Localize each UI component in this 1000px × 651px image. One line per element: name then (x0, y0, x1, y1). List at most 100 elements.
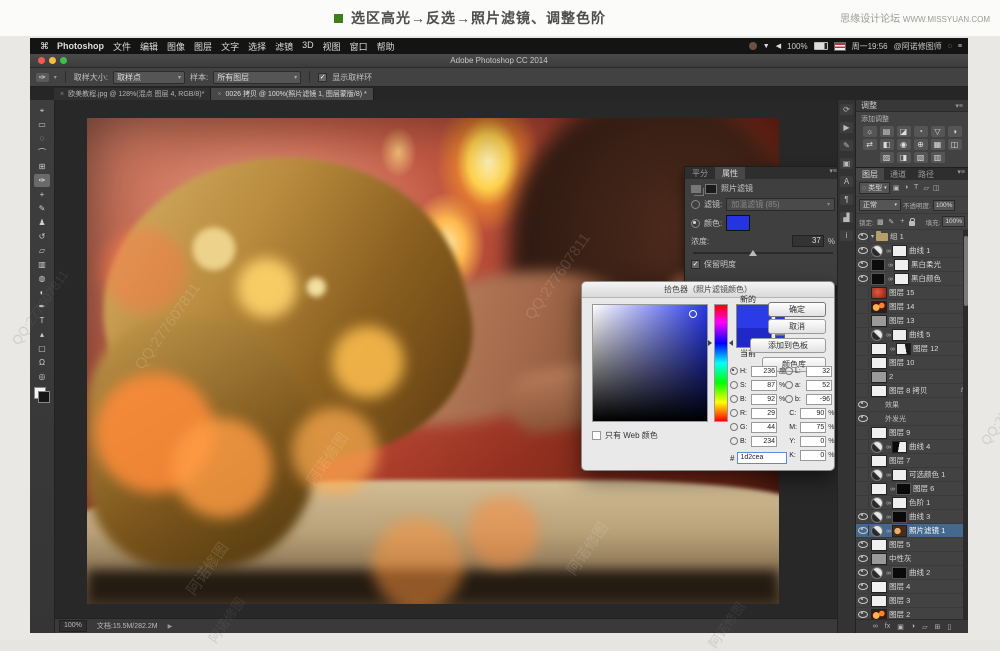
layer-mask-thumbnail[interactable] (892, 525, 907, 537)
hue-slider[interactable] (714, 304, 728, 422)
close-tab-icon[interactable]: × (217, 91, 221, 98)
adjustment-levels-icon[interactable]: ▤ (880, 126, 894, 137)
layer-visibility-toggle[interactable] (857, 371, 869, 382)
adjustment-gradient-map-icon[interactable]: ▧ (914, 152, 928, 163)
close-tab-icon[interactable]: × (60, 91, 64, 98)
layer-visibility-toggle[interactable] (857, 567, 869, 578)
layer-mask-thumbnail[interactable] (892, 567, 907, 579)
layer-thumbnail[interactable] (871, 385, 887, 397)
panel-menu-icon[interactable]: ▾≡ (829, 167, 837, 179)
layer-visibility-toggle[interactable] (857, 553, 869, 564)
layer-visibility-toggle[interactable] (857, 483, 869, 494)
adjustment-layer-icon[interactable] (871, 567, 883, 579)
spotlight-icon[interactable]: ◌ (948, 43, 952, 50)
panel-menu-icon[interactable]: ▾≡ (955, 102, 963, 110)
adjustment-layer-icon[interactable] (871, 469, 883, 481)
layer-mask-thumbnail[interactable] (892, 441, 907, 453)
quick-selection-tool[interactable]: ⌒ (34, 146, 50, 159)
layer-row-图层 2[interactable]: 图层 2 (856, 608, 968, 619)
layer-row-图层 5[interactable]: 图层 5 (856, 538, 968, 552)
filter-color-swatch[interactable] (726, 215, 750, 231)
scrollbar-thumb[interactable] (964, 236, 968, 306)
hand-tool[interactable]: Ω (34, 356, 50, 369)
field-input[interactable]: 44 (751, 422, 777, 433)
layer-mask-thumbnail[interactable] (894, 273, 909, 285)
eyedropper-tool[interactable]: ✑ (34, 174, 50, 187)
foreground-background-colors[interactable] (34, 387, 50, 403)
layer-thumbnail[interactable] (871, 609, 887, 620)
wifi-icon[interactable]: ▼ (763, 43, 770, 50)
add-to-swatches-button[interactable]: 添加到色板 (750, 338, 826, 353)
menu-item-文字[interactable]: 文字 (221, 40, 239, 53)
menu-item-文件[interactable]: 文件 (113, 40, 131, 53)
layer-row-图层 14[interactable]: 图层 14 (856, 300, 968, 314)
type-tool[interactable]: T (34, 314, 50, 327)
layer-visibility-toggle[interactable] (857, 469, 869, 480)
lock-position-icon[interactable]: + (898, 218, 907, 225)
fill-layer-thumbnail[interactable] (871, 273, 885, 285)
new-layer-icon[interactable]: ⊞ (934, 623, 940, 631)
gradient-tool[interactable]: ▥ (34, 258, 50, 271)
layer-row-曲线 4[interactable]: 8曲线 4 (856, 440, 968, 454)
menubar-account[interactable]: @阿诺修图师 (894, 41, 942, 52)
pen-tool[interactable]: ✒ (34, 300, 50, 313)
clone-source-panel-icon[interactable]: ▣ (840, 158, 853, 169)
layer-row-图层 10[interactable]: 图层 10 (856, 356, 968, 370)
background-color-swatch[interactable] (38, 391, 50, 403)
ok-button[interactable]: 确定 (768, 302, 826, 317)
layer-visibility-toggle[interactable] (857, 581, 869, 592)
field-radio[interactable] (730, 367, 738, 375)
adjustment-brightness-contrast-icon[interactable]: ☼ (863, 126, 877, 137)
actions-panel-icon[interactable]: ▶ (840, 122, 853, 133)
field-input[interactable]: 90 (800, 408, 826, 419)
tab-paths[interactable]: 路径 (912, 168, 940, 180)
layers-scrollbar[interactable] (963, 230, 968, 619)
filter-dropdown[interactable]: 加温滤镜 (85)▾ (726, 198, 835, 211)
lock-pixels-icon[interactable]: ✎ (887, 218, 896, 226)
adjustment-layer-icon[interactable] (871, 497, 883, 509)
layer-visibility-toggle[interactable] (857, 399, 869, 410)
layer-row-图层 12[interactable]: 8图层 12 (856, 342, 968, 356)
field-input[interactable]: 52 (806, 380, 832, 391)
layer-thumbnail[interactable] (871, 483, 887, 495)
layer-thumbnail[interactable] (871, 553, 887, 565)
field-input[interactable]: 236 (751, 366, 777, 377)
zoom-tool[interactable]: ◎ (34, 370, 50, 383)
cancel-button[interactable]: 取消 (768, 319, 826, 334)
layer-thumbnail[interactable] (871, 371, 887, 383)
filter-radio[interactable] (691, 200, 700, 209)
color-radio[interactable] (691, 219, 700, 228)
clone-stamp-tool[interactable]: ♟ (34, 216, 50, 229)
layer-effects-icon[interactable]: fx (885, 623, 890, 630)
filter-shape-layers-icon[interactable]: ▱ (922, 184, 931, 192)
lock-all-icon[interactable] (909, 221, 915, 226)
layer-row-可选颜色 1[interactable]: 8可选颜色 1 (856, 468, 968, 482)
layer-mask-thumbnail[interactable] (892, 511, 907, 523)
preserve-luminosity-checkbox[interactable]: ✓ (691, 260, 700, 269)
expand-caret-icon[interactable]: ▾ (871, 233, 874, 240)
adjustment-color-balance-icon[interactable]: ⇄ (863, 139, 877, 150)
history-brush-tool[interactable]: ↺ (34, 230, 50, 243)
tab-info[interactable]: 平分 (685, 167, 715, 179)
layer-visibility-toggle[interactable] (857, 259, 869, 270)
menu-item-编辑[interactable]: 编辑 (140, 40, 158, 53)
field-input[interactable]: 87 (751, 380, 777, 391)
layer-visibility-toggle[interactable] (857, 441, 869, 452)
layer-row-图层 8 拷贝[interactable]: 图层 8 拷贝fx (856, 384, 968, 398)
lock-transparency-icon[interactable]: ▩ (876, 218, 885, 226)
opacity-value[interactable]: 100% (933, 200, 956, 211)
move-tool[interactable]: ⌖ (34, 104, 50, 117)
adjustment-posterize-icon[interactable]: ▨ (880, 152, 894, 163)
layer-visibility-toggle[interactable] (857, 245, 869, 256)
field-input[interactable]: 75 (800, 422, 826, 433)
crop-tool[interactable]: ⊞ (34, 160, 50, 173)
layer-mask-thumbnail[interactable] (896, 483, 911, 495)
layer-mask-thumbnail[interactable] (894, 259, 909, 271)
adjustment-hue-saturation-icon[interactable]: ◑ (948, 126, 962, 137)
field-radio[interactable] (730, 423, 738, 431)
layer-row-曲线 2[interactable]: 8曲线 2 (856, 566, 968, 580)
layer-thumbnail[interactable] (871, 455, 887, 467)
adjustment-black-white-icon[interactable]: ◧ (880, 139, 894, 150)
layer-visibility-toggle[interactable] (857, 273, 869, 284)
layer-thumbnail[interactable] (871, 357, 887, 369)
